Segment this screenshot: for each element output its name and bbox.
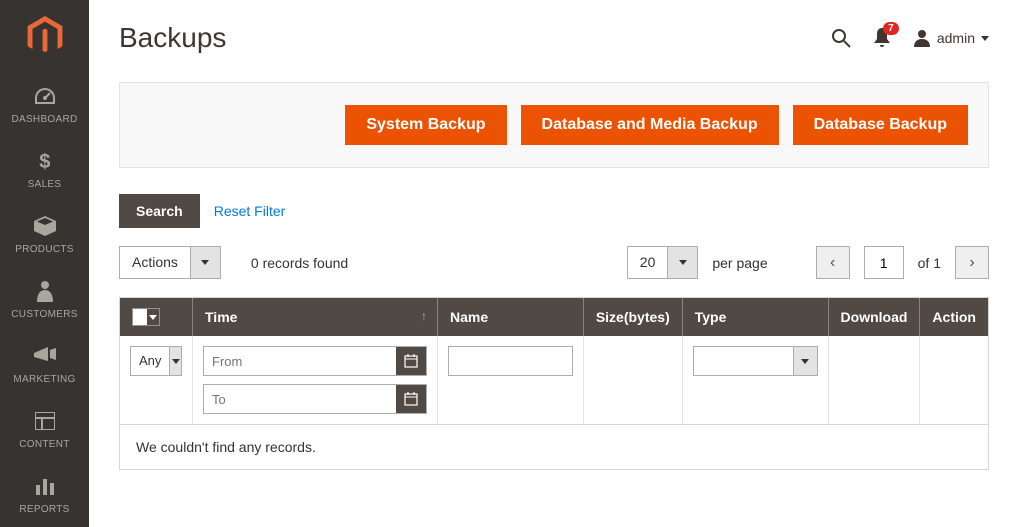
sidebar-item-label: MARKETING: [13, 374, 75, 385]
magento-logo[interactable]: [0, 0, 89, 72]
sidebar-item-sales[interactable]: $ SALES: [0, 137, 89, 202]
column-header-download: Download: [828, 298, 920, 336]
calendar-button[interactable]: [396, 385, 426, 413]
db-media-backup-button[interactable]: Database and Media Backup: [521, 105, 779, 145]
calendar-icon: [404, 354, 418, 368]
sidebar-item-marketing[interactable]: MARKETING: [0, 332, 89, 397]
page-title: Backups: [119, 22, 226, 54]
notification-badge: 7: [883, 22, 899, 35]
page-header: Backups 7 admin: [119, 0, 989, 82]
calendar-button[interactable]: [396, 347, 426, 375]
prev-page-button[interactable]: ‹: [816, 246, 850, 279]
next-page-button[interactable]: ›: [955, 246, 989, 279]
grid-toolbar-paging: Actions 0 records found 20 per page ‹ of…: [119, 246, 989, 279]
caret-down-icon: [149, 315, 157, 320]
admin-user-menu[interactable]: admin: [913, 29, 989, 47]
column-header-size[interactable]: Size(bytes): [583, 298, 682, 336]
filter-time-from-input[interactable]: [204, 347, 396, 375]
calendar-icon: [404, 392, 418, 406]
empty-message: We couldn't find any records.: [120, 425, 988, 470]
filter-type-select[interactable]: [693, 346, 818, 376]
caret-down-icon: [190, 247, 220, 278]
caret-down-icon: [169, 347, 181, 375]
sidebar-item-label: CUSTOMERS: [11, 309, 77, 320]
sidebar-item-label: SALES: [28, 179, 62, 190]
search-icon: [831, 28, 851, 48]
caret-down-icon: [981, 36, 989, 41]
sidebar-item-label: REPORTS: [19, 504, 69, 515]
page-size-value: 20: [628, 247, 668, 278]
column-header-checkbox[interactable]: [120, 298, 193, 336]
sidebar-item-customers[interactable]: CUSTOMERS: [0, 267, 89, 332]
magento-logo-icon: [27, 16, 63, 56]
layout-icon: [35, 407, 55, 435]
search-button[interactable]: [831, 28, 851, 48]
per-page-label: per page: [712, 255, 767, 271]
grid-header-row: Time ↑ Name Size(bytes) Type Download Ac…: [120, 298, 988, 336]
caret-down-icon: [667, 247, 697, 278]
person-icon: [37, 277, 53, 305]
grid-empty-row: We couldn't find any records.: [120, 425, 988, 470]
chevron-right-icon: ›: [969, 254, 974, 272]
user-icon: [913, 29, 931, 47]
svg-text:$: $: [39, 151, 50, 172]
column-header-type[interactable]: Type: [682, 298, 828, 336]
bars-icon: [35, 472, 55, 500]
admin-sidebar: DASHBOARD $ SALES PRODUCTS CUSTOMERS MAR…: [0, 0, 89, 527]
db-backup-button[interactable]: Database Backup: [793, 105, 968, 145]
grid-filter-row: Any: [120, 336, 988, 425]
search-button[interactable]: Search: [119, 194, 200, 228]
box-icon: [34, 212, 56, 240]
backup-action-bar: System Backup Database and Media Backup …: [119, 82, 989, 168]
sidebar-item-label: DASHBOARD: [11, 114, 77, 125]
total-pages-text: of 1: [918, 255, 941, 271]
column-header-name[interactable]: Name: [438, 298, 584, 336]
column-header-action: Action: [920, 298, 988, 336]
notifications-button[interactable]: 7: [873, 28, 891, 48]
gauge-icon: [33, 82, 57, 110]
main-content: Backups 7 admin System Backup Database a…: [89, 0, 1019, 527]
sidebar-item-label: PRODUCTS: [15, 244, 74, 255]
sidebar-item-dashboard[interactable]: DASHBOARD: [0, 72, 89, 137]
admin-user-label: admin: [937, 30, 975, 46]
page-size-select[interactable]: 20: [627, 246, 699, 279]
dollar-icon: $: [38, 147, 52, 175]
mass-actions-select[interactable]: Actions: [119, 246, 221, 279]
sidebar-item-label: CONTENT: [19, 439, 69, 450]
system-backup-button[interactable]: System Backup: [345, 105, 506, 145]
sidebar-item-content[interactable]: CONTENT: [0, 397, 89, 462]
column-header-time[interactable]: Time ↑: [193, 298, 438, 336]
select-all-checkbox[interactable]: [132, 308, 160, 326]
current-page-input[interactable]: [864, 246, 904, 279]
megaphone-icon: [34, 342, 56, 370]
header-actions: 7 admin: [831, 28, 989, 48]
sidebar-item-products[interactable]: PRODUCTS: [0, 202, 89, 267]
mass-actions-label: Actions: [120, 247, 190, 278]
filter-time-to-input[interactable]: [204, 385, 396, 413]
filter-name-input[interactable]: [448, 346, 573, 376]
records-found-text: 0 records found: [251, 255, 348, 271]
filter-time-to[interactable]: [203, 384, 427, 414]
sidebar-item-reports[interactable]: REPORTS: [0, 462, 89, 527]
caret-down-icon: [793, 347, 817, 375]
backups-grid: Time ↑ Name Size(bytes) Type Download Ac…: [119, 297, 989, 470]
filter-time-from[interactable]: [203, 346, 427, 376]
filter-any-select[interactable]: Any: [130, 346, 182, 376]
chevron-left-icon: ‹: [830, 254, 835, 272]
sort-asc-icon: ↑: [421, 309, 427, 323]
grid-toolbar-search: Search Reset Filter: [119, 194, 989, 228]
reset-filter-link[interactable]: Reset Filter: [214, 203, 286, 219]
